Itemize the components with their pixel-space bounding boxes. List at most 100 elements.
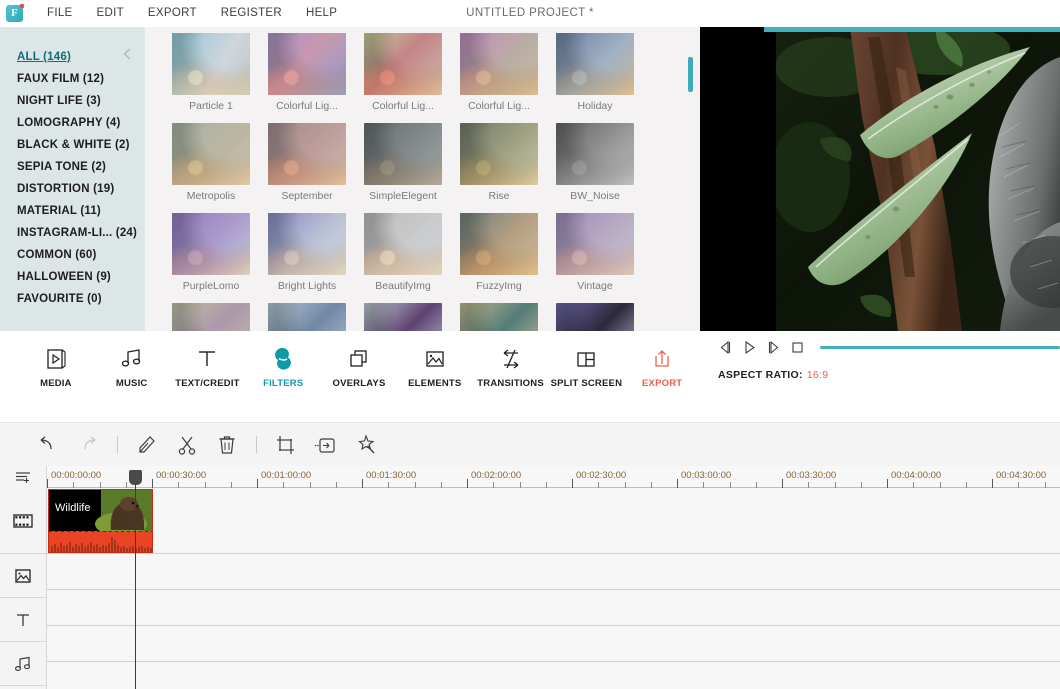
- filter-thumbnail[interactable]: [172, 123, 250, 185]
- track-header-audio-1[interactable]: [0, 642, 46, 686]
- magic-wand-icon[interactable]: [346, 433, 386, 456]
- menu-item-edit[interactable]: EDIT: [85, 0, 136, 27]
- play-button[interactable]: [742, 340, 757, 355]
- track-header-video[interactable]: [0, 488, 46, 554]
- track-header-pip[interactable]: [0, 554, 46, 598]
- filter-thumbnail[interactable]: [460, 123, 538, 185]
- filter-thumbnail[interactable]: [268, 123, 346, 185]
- filter-thumbnail[interactable]: [460, 33, 538, 95]
- undo-icon[interactable]: [28, 435, 68, 455]
- filter-cell[interactable]: [163, 303, 259, 331]
- text-track[interactable]: [47, 590, 1060, 626]
- menu-item-export[interactable]: EXPORT: [136, 0, 209, 27]
- tab-split-screen[interactable]: SPLIT SCREEN: [548, 344, 624, 389]
- filter-cell[interactable]: Colorful Lig...: [259, 33, 355, 112]
- sidebar-item-material[interactable]: MATERIAL (11): [0, 200, 145, 222]
- speed-icon[interactable]: [306, 434, 346, 456]
- sidebar-item-sepia-tone[interactable]: SEPIA TONE (2): [0, 156, 145, 178]
- tab-transitions[interactable]: TRANSITIONS: [473, 344, 549, 389]
- filter-cell[interactable]: Metropolis: [163, 123, 259, 202]
- filter-cell[interactable]: Particle 1: [163, 33, 259, 112]
- sidebar-item-common[interactable]: COMMON (60): [0, 244, 145, 266]
- filter-cell[interactable]: BeautifyImg: [355, 213, 451, 292]
- filter-cell[interactable]: Holiday: [547, 33, 643, 112]
- timeline-ruler[interactable]: 00:00:00:00 00:00:30:00 00:01:00:00 00:01:3…: [0, 466, 1060, 488]
- filter-thumbnail[interactable]: [460, 213, 538, 275]
- video-preview[interactable]: [700, 27, 1060, 331]
- tab-media[interactable]: MEDIA: [18, 344, 94, 389]
- filter-thumbnail[interactable]: [268, 213, 346, 275]
- crop-icon[interactable]: [266, 434, 306, 456]
- aspect-ratio-value[interactable]: 16:9: [807, 369, 829, 381]
- track-header-text[interactable]: [0, 598, 46, 642]
- edit-pencil-icon[interactable]: [127, 434, 167, 456]
- audio-track-1[interactable]: [47, 626, 1060, 662]
- menu-item-file[interactable]: FILE: [35, 0, 85, 27]
- sidebar-item-favourite[interactable]: FAVOURITE (0): [0, 288, 145, 310]
- trash-icon[interactable]: [207, 434, 247, 456]
- filter-thumbnail[interactable]: [172, 33, 250, 95]
- playhead-handle[interactable]: [129, 470, 142, 485]
- filter-thumbnail[interactable]: [364, 303, 442, 331]
- filter-cell[interactable]: SimpleElegent: [355, 123, 451, 202]
- redo-icon[interactable]: [68, 435, 108, 455]
- filter-thumbnail[interactable]: [460, 303, 538, 331]
- filter-cell[interactable]: September: [259, 123, 355, 202]
- collapse-sidebar-arrow-icon[interactable]: [120, 46, 136, 62]
- menu-item-register[interactable]: REGISTER: [209, 0, 294, 27]
- video-track[interactable]: Wildlife: [47, 488, 1060, 554]
- next-frame-button[interactable]: [766, 340, 781, 355]
- filter-cell[interactable]: Rise: [451, 123, 547, 202]
- filter-name: Bright Lights: [277, 280, 337, 292]
- sidebar-item-lomography[interactable]: LOMOGRAPHY (4): [0, 112, 145, 134]
- filter-cell[interactable]: PurpleLomo: [163, 213, 259, 292]
- filter-cell[interactable]: Bright Lights: [259, 213, 355, 292]
- filter-cell[interactable]: Colorful Lig...: [451, 33, 547, 112]
- menu-item-help[interactable]: HELP: [294, 0, 349, 27]
- text-icon: [170, 344, 246, 374]
- previous-frame-button[interactable]: [718, 340, 733, 355]
- filter-cell[interactable]: Vintage: [547, 213, 643, 292]
- filter-grid-scrollbar[interactable]: [688, 57, 693, 92]
- filter-cell[interactable]: [451, 303, 547, 331]
- pip-track[interactable]: [47, 554, 1060, 590]
- tab-media-label: MEDIA: [40, 378, 72, 389]
- sidebar-item-halloween[interactable]: HALLOWEEN (9): [0, 266, 145, 288]
- filter-cell[interactable]: [355, 303, 451, 331]
- playback-progress-bar[interactable]: [820, 346, 1060, 349]
- filter-thumbnail[interactable]: [364, 33, 442, 95]
- tab-filters[interactable]: FILTERS: [245, 344, 321, 389]
- filter-thumbnail[interactable]: [556, 33, 634, 95]
- tab-elements[interactable]: ELEMENTS: [397, 344, 473, 389]
- tool-list: MEDIA MUSIC TEXT/CREDIT FILTERS OVERLAYS…: [0, 331, 700, 389]
- filter-thumbnail[interactable]: [172, 213, 250, 275]
- sidebar-item-black-and-white[interactable]: BLACK & WHITE (2): [0, 134, 145, 156]
- filter-cell[interactable]: FuzzyImg: [451, 213, 547, 292]
- sidebar-item-instagram-like[interactable]: INSTAGRAM-LI... (24): [0, 222, 145, 244]
- tab-music[interactable]: MUSIC: [94, 344, 170, 389]
- audio-track-2[interactable]: [47, 662, 1060, 689]
- filter-cell[interactable]: Colorful Lig...: [355, 33, 451, 112]
- tab-export[interactable]: EXPORT: [624, 344, 700, 389]
- filter-cell[interactable]: [259, 303, 355, 331]
- filter-thumbnail[interactable]: [556, 123, 634, 185]
- sidebar-item-night-life[interactable]: NIGHT LIFE (3): [0, 90, 145, 112]
- timeline-clip-wildlife[interactable]: Wildlife: [48, 489, 153, 553]
- filter-thumbnail[interactable]: [364, 213, 442, 275]
- tab-text-credit[interactable]: TEXT/CREDIT: [170, 344, 246, 389]
- filter-thumbnail[interactable]: [268, 33, 346, 95]
- add-track-button[interactable]: [0, 466, 46, 488]
- filter-cell[interactable]: BW_Noise: [547, 123, 643, 202]
- tab-overlays[interactable]: OVERLAYS: [321, 344, 397, 389]
- filter-thumbnail[interactable]: [172, 303, 250, 331]
- filter-thumbnail[interactable]: [268, 303, 346, 331]
- filter-thumbnail[interactable]: [556, 303, 634, 331]
- scissors-icon[interactable]: [167, 434, 207, 456]
- stop-button[interactable]: [790, 340, 805, 355]
- filter-thumbnail[interactable]: [364, 123, 442, 185]
- filter-name: SimpleElegent: [369, 190, 437, 202]
- filter-thumbnail[interactable]: [556, 213, 634, 275]
- sidebar-item-faux-film[interactable]: FAUX FILM (12): [0, 68, 145, 90]
- sidebar-item-distortion[interactable]: DISTORTION (19): [0, 178, 145, 200]
- filter-cell[interactable]: [547, 303, 643, 331]
